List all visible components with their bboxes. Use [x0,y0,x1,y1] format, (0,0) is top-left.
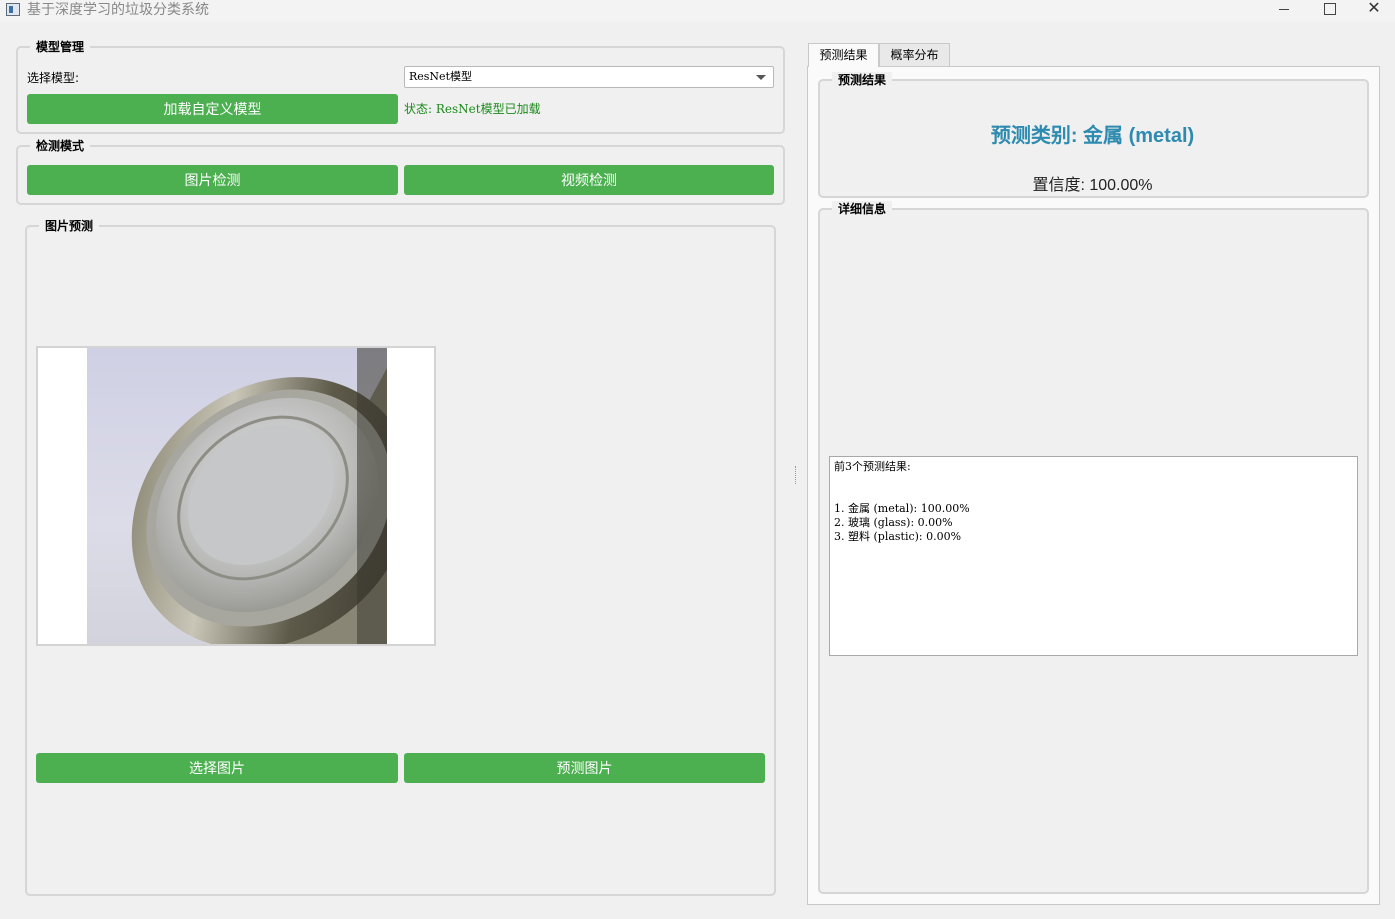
window-title: 基于深度学习的垃圾分类系统 [27,2,209,18]
model-select[interactable]: ResNet模型 [404,66,774,88]
load-custom-model-button[interactable]: 加载自定义模型 [27,94,398,124]
detail-item: 2. 玻璃 (glass): 0.00% [834,516,953,529]
model-status: 状态: ResNet模型已加载 [404,102,541,116]
model-select-value: ResNet模型 [409,70,472,83]
title-bar: 基于深度学习的垃圾分类系统 ✕ [0,0,1395,22]
video-detection-button[interactable]: 视频检测 [404,165,774,195]
confidence-value: 置信度: 100.00% [1032,177,1153,194]
close-button[interactable]: ✕ [1351,0,1395,18]
maximize-button[interactable] [1306,0,1352,18]
image-prediction-title: 图片预测 [39,218,100,234]
detection-mode-title: 检测模式 [30,138,91,154]
splitter-handle[interactable] [795,466,798,484]
preview-photo [87,348,387,644]
app-icon [6,3,20,16]
select-image-button[interactable]: 选择图片 [36,753,398,783]
detail-header: 前3个预测结果: [834,460,911,473]
predict-image-button[interactable]: 预测图片 [404,753,765,783]
image-preview [36,346,436,646]
minimize-button[interactable] [1261,0,1307,18]
image-detection-button[interactable]: 图片检测 [27,165,398,195]
chevron-down-icon[interactable] [756,75,766,80]
detail-item: 1. 金属 (metal): 100.00% [834,502,970,515]
tab-probability-distribution[interactable]: 概率分布 [879,43,950,66]
model-management-title: 模型管理 [30,39,91,55]
prediction-result-group: 预测结果 预测类别: 金属 (metal) 置信度: 100.00% [818,72,1369,198]
detail-text-area[interactable]: 前3个预测结果: 1. 金属 (metal): 100.00% 2. 玻璃 (gl… [829,456,1358,656]
select-model-label: 选择模型: [27,71,80,85]
detail-info-title: 详细信息 [832,201,893,217]
tab-prediction-result[interactable]: 预测结果 [808,43,879,67]
predicted-class: 预测类别: 金属 (metal) [990,125,1195,147]
detail-item: 3. 塑料 (plastic): 0.00% [834,530,962,543]
metal-can-image [131,348,387,644]
prediction-result-title: 预测结果 [832,72,893,88]
